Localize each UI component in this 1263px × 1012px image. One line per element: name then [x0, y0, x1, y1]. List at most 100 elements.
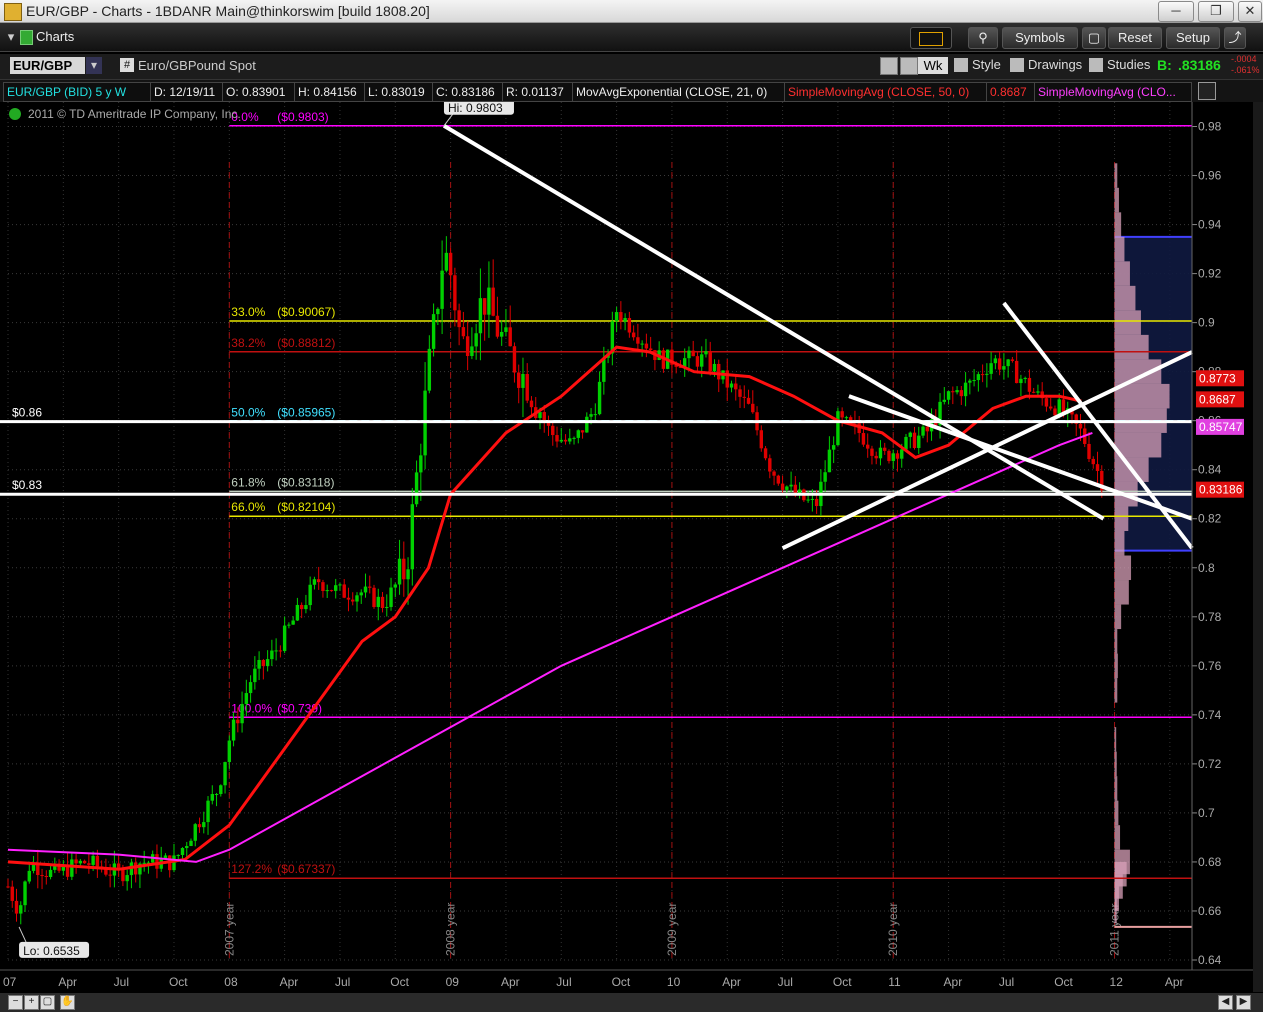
scroll-left-icon[interactable]: ◀ — [1218, 995, 1233, 1010]
period-button[interactable]: Wk — [918, 57, 948, 74]
candle-body — [478, 298, 483, 334]
drawings-button[interactable]: Drawings — [1028, 57, 1082, 72]
candle-body — [376, 596, 380, 608]
candle-body — [193, 824, 197, 841]
zoom-icon[interactable] — [900, 57, 918, 75]
fib-level-percent: 61.8% — [231, 475, 265, 489]
high-annotation: Hi: 0.9803 — [448, 102, 503, 115]
candle-body — [223, 762, 227, 786]
candle-body — [461, 327, 466, 337]
symbol-input[interactable]: EUR/GBP — [10, 57, 85, 74]
candle-body — [82, 860, 87, 864]
x-tick-label: 09 — [446, 975, 460, 989]
horizontal-line-label: $0.86 — [12, 406, 42, 420]
fib-level-percent: 66.0% — [231, 500, 265, 514]
candle-body — [687, 350, 691, 359]
candle-body — [334, 585, 338, 591]
candle-body — [206, 800, 210, 823]
close-icon[interactable]: ✕ — [1238, 1, 1262, 22]
candle-body — [568, 438, 572, 442]
crosshair-icon[interactable] — [880, 57, 898, 75]
candle-body — [955, 390, 959, 393]
zoom-out-icon[interactable]: − — [8, 995, 23, 1010]
study-sma50-value: 0.8687 — [986, 82, 1036, 102]
style-button[interactable]: Style — [972, 57, 1001, 72]
scroll-right-icon[interactable]: ▶ — [1236, 995, 1251, 1010]
x-tick-label: 11 — [888, 975, 901, 989]
candle-body — [1006, 359, 1010, 367]
profile-bin — [1114, 163, 1118, 188]
symbol-description: Euro/GBPound Spot — [138, 58, 256, 73]
candle-body — [10, 886, 14, 901]
price-tag-label: 0.8687 — [1199, 392, 1236, 406]
candle-body — [14, 900, 19, 914]
candle-body — [1027, 377, 1032, 392]
study-sma50-label[interactable]: SimpleMovingAvg (CLOSE, 50, 0) — [784, 82, 990, 102]
bar-range: R: 0.01137 — [502, 82, 574, 102]
candle-body — [1031, 391, 1036, 393]
candle-body — [512, 346, 517, 373]
candle-body — [329, 590, 334, 592]
candle-body — [917, 435, 921, 449]
pan-hand-icon[interactable]: ✋ — [60, 995, 75, 1010]
candle-body — [517, 372, 521, 388]
key-icon[interactable]: ⚲ — [968, 27, 998, 49]
symbols-button[interactable]: Symbols — [1002, 27, 1078, 49]
reset-button[interactable]: Reset — [1108, 27, 1162, 49]
low-annotation: Lo: 0.6535 — [23, 944, 80, 958]
setup-button[interactable]: Setup — [1166, 27, 1220, 49]
charts-tab[interactable]: Charts — [36, 29, 74, 44]
candle-body — [74, 859, 78, 864]
candle-body — [891, 453, 895, 462]
y-tick-label: 0.68 — [1198, 855, 1222, 869]
candle-body — [1078, 423, 1083, 429]
candle-body — [470, 346, 474, 356]
candle-body — [704, 351, 708, 355]
y-tick-label: 0.7 — [1198, 806, 1215, 820]
year-label: 2010 year — [886, 903, 900, 956]
x-tick-label: Oct — [833, 975, 852, 989]
bar-high: H: 0.84156 — [294, 82, 370, 102]
candle-body — [734, 383, 738, 390]
candle-body — [270, 650, 274, 660]
candle-body — [19, 905, 23, 914]
candle-body — [883, 447, 887, 451]
candle-body — [908, 432, 912, 437]
candle-body — [559, 439, 563, 442]
x-tick-label: Oct — [1054, 975, 1073, 989]
candle-body — [942, 399, 947, 402]
candle-body — [6, 886, 10, 888]
candle-body — [865, 444, 870, 449]
lock-icon[interactable]: ▢ — [1082, 27, 1106, 49]
chevron-down-icon[interactable]: ▾ — [6, 27, 16, 47]
active-tool-indicator[interactable] — [910, 27, 952, 49]
profile-bin — [1114, 212, 1122, 237]
hash-icon[interactable]: # — [120, 58, 134, 72]
studies-button[interactable]: Studies — [1107, 57, 1150, 72]
pin-icon[interactable]: ⤴ — [1224, 27, 1246, 49]
zoom-in-icon[interactable]: + — [24, 995, 39, 1010]
profile-bin — [1114, 383, 1170, 409]
candle-body — [44, 875, 49, 877]
candle-body — [338, 584, 342, 586]
chart-tab-icon — [20, 30, 33, 45]
profile-bin — [1114, 506, 1129, 531]
study-ema21-label[interactable]: MovAvgExponential (CLOSE, 21, 0) — [572, 82, 786, 102]
minimize-icon[interactable]: ─ — [1158, 1, 1194, 22]
fib-level-price: ($0.88812) — [277, 336, 335, 350]
profile-bin — [1114, 555, 1132, 581]
maximize-chart-icon[interactable] — [1198, 82, 1216, 100]
restore-icon[interactable]: ❐ — [1198, 1, 1234, 22]
info-bar: EUR/GBP (BID) 5 y W D: 12/19/11 O: 0.839… — [0, 80, 1263, 102]
price-chart[interactable]: 2007 year 2008 year 2009 year 2010 year 2011… — [0, 102, 1253, 992]
candle-body — [904, 436, 908, 450]
candle-body — [900, 449, 904, 459]
x-tick-label: Oct — [169, 975, 188, 989]
symbol-dropdown-icon[interactable]: ▾ — [86, 57, 102, 74]
zoom-fit-icon[interactable]: ▢ — [40, 995, 55, 1010]
right-side-panel[interactable] — [1253, 102, 1263, 992]
candle-body — [91, 855, 95, 865]
study-sma-label[interactable]: SimpleMovingAvg (CLO... — [1034, 82, 1192, 102]
candle-body — [959, 390, 964, 397]
candle-body — [585, 416, 589, 433]
